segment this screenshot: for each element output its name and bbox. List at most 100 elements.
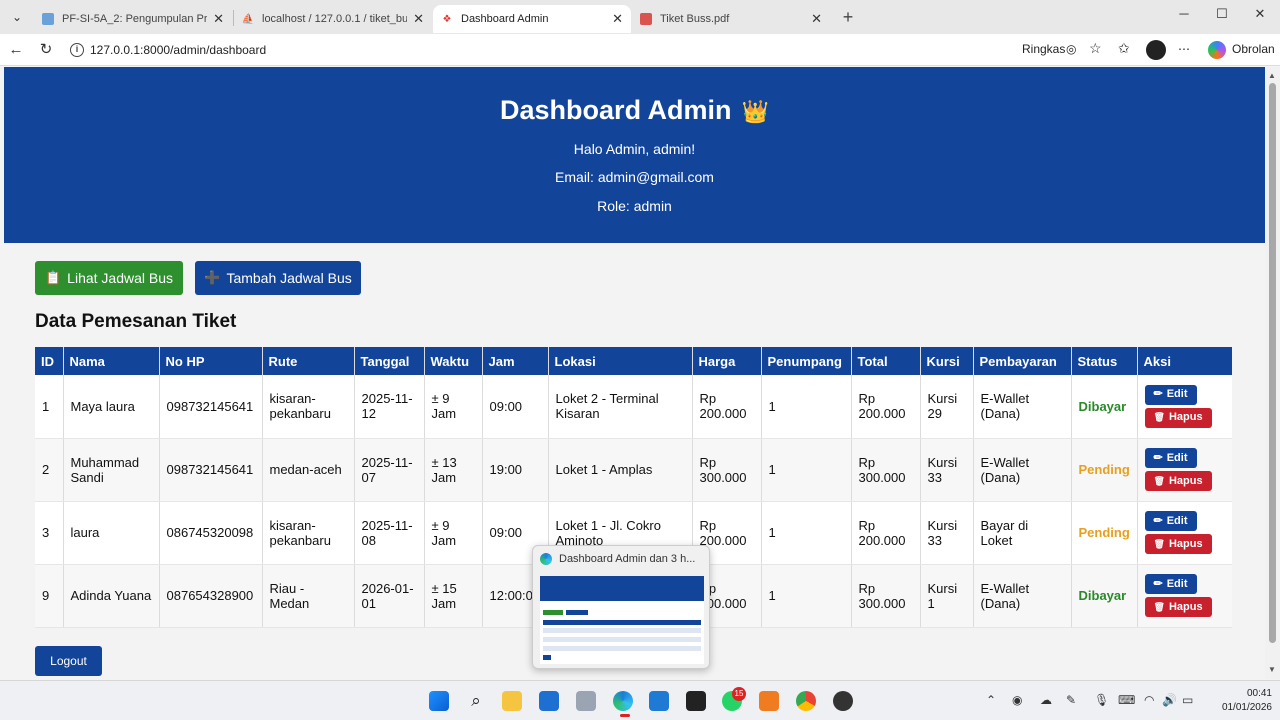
sublime-icon[interactable] (686, 691, 706, 711)
delete-button[interactable]: 🗑 Hapus (1144, 597, 1212, 617)
close-icon[interactable]: ✕ (213, 11, 224, 27)
start-icon[interactable] (429, 691, 449, 711)
scroll-down-icon[interactable]: ▼ (1268, 665, 1276, 674)
close-icon[interactable]: ✕ (612, 11, 623, 27)
url-text: 127.0.0.1:8000/admin/dashboard (90, 43, 267, 57)
system-clock[interactable]: 00:41 01/01/2026 (1202, 687, 1272, 715)
cell-jam: 09:00 (481, 375, 548, 439)
tab-tiket-pdf[interactable]: Tiket Buss.pdf ✕ (632, 5, 830, 33)
tab-dashboard-admin[interactable]: ❖ Dashboard Admin ✕ (433, 5, 631, 33)
column-header: Pembayaran (972, 347, 1071, 375)
camera-icon[interactable] (576, 691, 596, 711)
volume-icon[interactable]: 🔊 (1162, 693, 1177, 707)
preview-row (543, 646, 701, 651)
trash-icon: 🗑 (1153, 412, 1165, 423)
edit-button[interactable]: ✏ Edit (1144, 384, 1197, 405)
preview-row (543, 655, 551, 660)
tab-actions-menu[interactable]: ⌄ (6, 6, 28, 28)
cell-harga: Rp 200.000 (691, 375, 761, 439)
profile-avatar[interactable] (1146, 40, 1166, 60)
obs-icon[interactable] (833, 691, 853, 711)
favorites-icon[interactable]: ✩ (1118, 40, 1130, 57)
logout-button[interactable]: Logout (35, 646, 102, 676)
wifi-icon[interactable]: ◠ (1144, 693, 1154, 707)
favorite-star-icon[interactable]: ☆ (1089, 40, 1102, 57)
xampp-icon[interactable] (759, 691, 779, 711)
column-header: Total (850, 347, 920, 375)
cell-harga: Rp 300.000 (691, 438, 761, 502)
address-field[interactable]: i 127.0.0.1:8000/admin/dashboard (64, 37, 1114, 63)
view-schedule-button[interactable]: 📋 Lihat Jadwal Bus (35, 261, 183, 295)
row-actions: ✏ Edit 🗑 Hapus (1144, 448, 1226, 491)
battery-icon[interactable]: ▭ (1182, 693, 1193, 707)
delete-button[interactable]: 🗑 Hapus (1144, 407, 1212, 428)
edit-label: Edit (1166, 577, 1188, 590)
cloud-icon[interactable]: ☁ (1040, 693, 1052, 707)
search-icon[interactable]: ⌕ (466, 691, 486, 711)
keyboard-icon[interactable]: ⌨ (1118, 693, 1135, 707)
cell-actions: ✏ Edit 🗑 Hapus (1136, 564, 1232, 628)
cell-penumpang: 1 (760, 564, 851, 628)
copilot-label[interactable]: Obrolan (1232, 42, 1275, 56)
edge-icon[interactable] (613, 691, 633, 711)
table-header-row: ID Nama No HP Rute Tanggal Waktu Jam Lok… (35, 347, 1232, 375)
clock-date: 01/01/2026 (1221, 702, 1272, 713)
site-info-icon[interactable]: i (70, 43, 84, 57)
trash-icon: 🗑 (1153, 538, 1165, 549)
laravel-icon: ❖ (442, 13, 452, 25)
delete-button[interactable]: 🗑 Hapus (1144, 471, 1212, 491)
scrollbar[interactable]: ▲ ▼ (1265, 67, 1280, 679)
chrome-icon[interactable] (796, 691, 816, 711)
crown-icon: 👑 (741, 99, 769, 124)
edit-button[interactable]: ✏ Edit (1144, 448, 1197, 468)
minimize-icon[interactable]: ─ (1174, 6, 1194, 21)
chevron-up-icon[interactable]: ⌃ (986, 693, 996, 707)
tab-title: localhost / 127.0.0.1 / tiket_bus_la (262, 13, 408, 25)
more-menu-icon[interactable]: ⋯ (1178, 42, 1190, 56)
back-arrow-icon[interactable]: ← (6, 40, 26, 60)
cell-hp: 098732145641 (158, 438, 262, 502)
security-icon[interactable]: ◉ (1012, 693, 1022, 707)
cell-kursi: Kursi 33 (919, 438, 973, 502)
cell-nama: Maya laura (62, 375, 159, 439)
file-explorer-icon[interactable] (502, 691, 522, 711)
vscode-icon[interactable] (649, 691, 669, 711)
cell-id: 1 (35, 375, 63, 439)
microphone-icon[interactable]: 🎙 (1094, 693, 1109, 707)
reload-icon[interactable]: ↻ (36, 40, 56, 60)
maximize-icon[interactable]: ☐ (1212, 6, 1232, 22)
cell-pembayaran: E-Wallet (Dana) (972, 564, 1071, 628)
cell-penumpang: 1 (760, 501, 851, 565)
tab-strip: ⌄ PF-SI-5A_2: Pengumpulan Progres ✕ ⛵ lo… (0, 0, 1280, 34)
tab-pengumpulan[interactable]: PF-SI-5A_2: Pengumpulan Progres ✕ (34, 5, 232, 33)
cell-rute: Riau - Medan (261, 564, 354, 628)
edit-button[interactable]: ✏ Edit (1144, 574, 1197, 594)
tab-phpmyadmin[interactable]: ⛵ localhost / 127.0.0.1 / tiket_bus_la ✕ (234, 5, 432, 33)
column-header: No HP (158, 347, 262, 375)
pen-icon[interactable]: ✎ (1066, 693, 1076, 707)
cell-waktu: ± 9 Jam (423, 501, 482, 565)
new-tab-button[interactable]: + (838, 6, 858, 28)
cell-id: 2 (35, 438, 63, 502)
plus-icon: ➕ (204, 270, 221, 285)
delete-label: Hapus (1168, 411, 1203, 424)
scrollbar-thumb[interactable] (1269, 83, 1276, 643)
scroll-up-icon[interactable]: ▲ (1268, 71, 1276, 80)
cell-waktu: ± 15 Jam (423, 564, 482, 628)
copilot-icon[interactable] (1208, 41, 1226, 59)
column-header: Waktu (423, 347, 482, 375)
read-aloud-icon[interactable]: ◎ (1066, 42, 1076, 56)
delete-button[interactable]: 🗑 Hapus (1144, 534, 1212, 554)
close-icon[interactable]: ✕ (413, 11, 424, 27)
pencil-icon: ✏ (1153, 388, 1163, 401)
cell-kursi: Kursi 29 (919, 375, 973, 439)
edit-button[interactable]: ✏ Edit (1144, 511, 1197, 531)
add-schedule-button[interactable]: ➕ Tambah Jadwal Bus (195, 261, 361, 295)
window-close-icon[interactable]: ✕ (1250, 6, 1270, 22)
taskbar-window-preview[interactable]: Dashboard Admin dan 3 h... (532, 545, 710, 669)
close-icon[interactable]: ✕ (811, 11, 822, 27)
cell-hp: 087654328900 (158, 564, 262, 628)
store-icon[interactable] (539, 691, 559, 711)
role-text: Role: admin (597, 198, 672, 214)
summarize-button[interactable]: Ringkas (1022, 42, 1065, 56)
